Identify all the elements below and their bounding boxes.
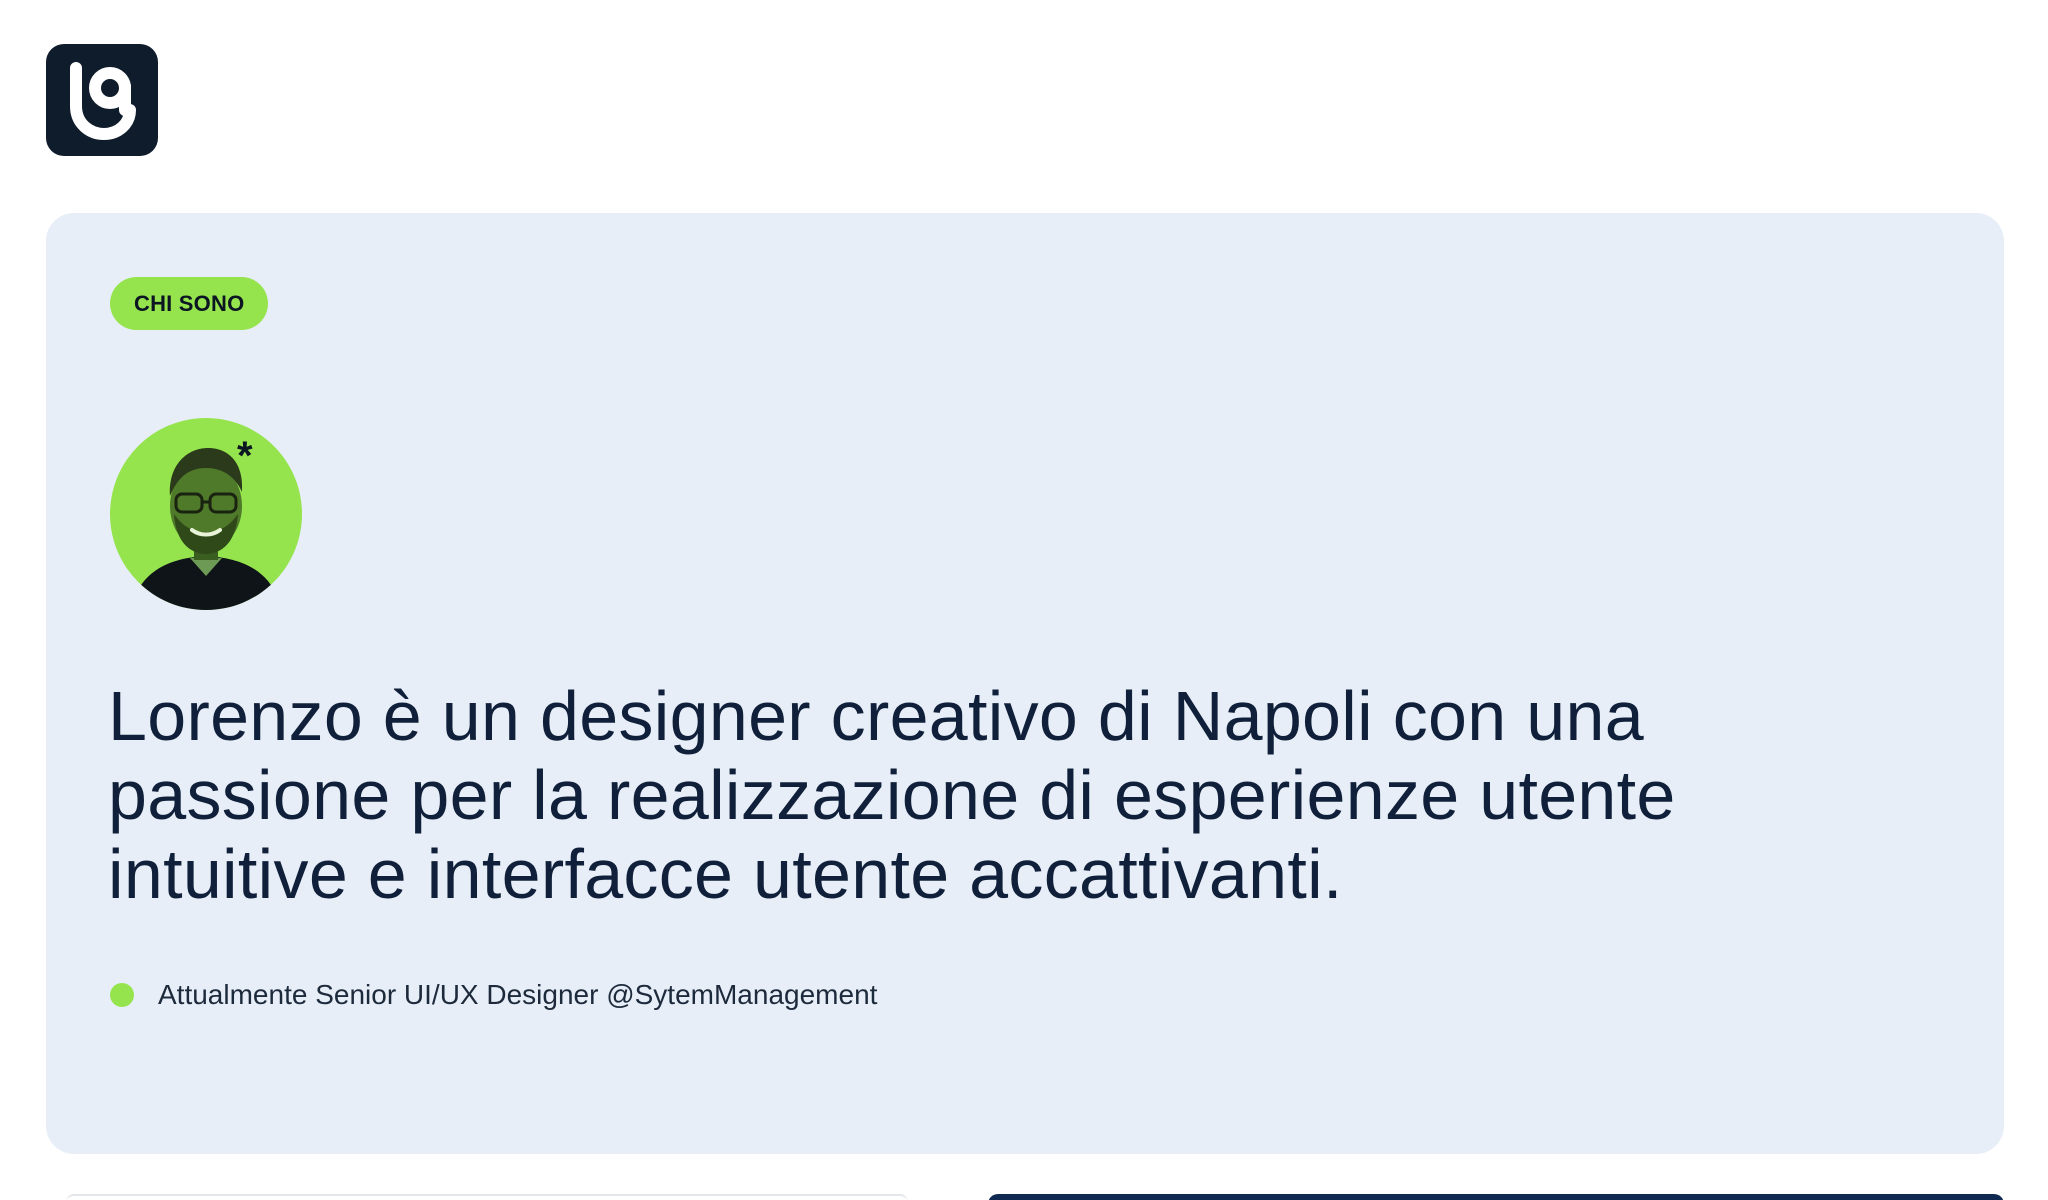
asterisk-mark: *	[237, 434, 253, 478]
headline-line: passione per la realizzazione di esperie…	[108, 756, 1676, 834]
headline-line: intuitive e interfacce utente accattivan…	[108, 835, 1343, 913]
current-role: Attualmente Senior UI/UX Designer @Sytem…	[110, 979, 878, 1010]
logo[interactable]	[46, 44, 158, 156]
portrait-illustration	[130, 448, 282, 610]
lg-monogram-icon	[70, 62, 136, 141]
section-badge: CHI SONO	[110, 277, 269, 330]
next-card-right	[988, 1194, 2004, 1200]
current-role-text: Attualmente Senior UI/UX Designer @Sytem…	[158, 979, 878, 1010]
about-card: CHI SONO * Lorenzo è un designer creativ…	[46, 213, 2004, 1154]
status-dot-icon	[110, 983, 134, 1007]
avatar: *	[110, 418, 302, 610]
profile-photo	[110, 418, 302, 610]
headline-line: Lorenzo è un designer creativo di Napoli…	[108, 677, 1644, 755]
page: CHI SONO * Lorenzo è un designer creativ…	[0, 0, 2048, 1200]
next-card-left	[66, 1194, 908, 1200]
headline: Lorenzo è un designer creativo di Napoli…	[108, 677, 1868, 914]
